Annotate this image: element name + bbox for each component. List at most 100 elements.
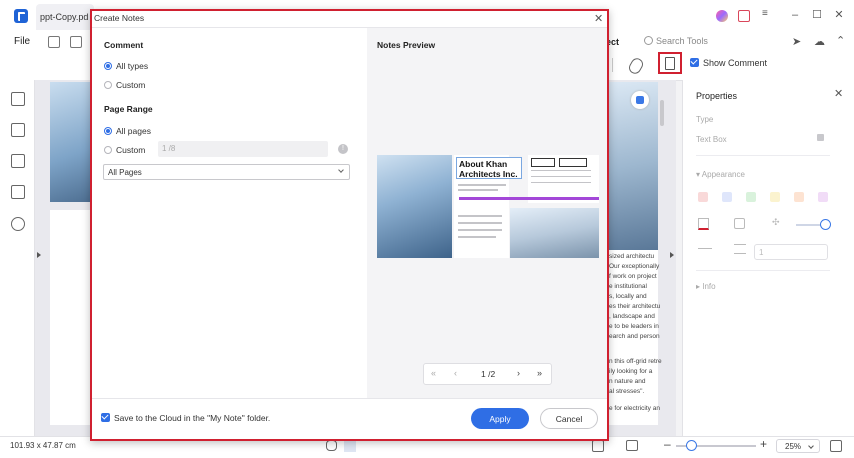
page-text-line: e to be leaders in bbox=[609, 323, 659, 330]
save-cloud-checkbox[interactable] bbox=[101, 413, 110, 422]
opacity-icon[interactable]: ✣ bbox=[772, 218, 781, 227]
color-swatch[interactable] bbox=[818, 192, 828, 202]
preview-text-line bbox=[531, 182, 591, 183]
comment-custom-radio[interactable] bbox=[104, 81, 112, 89]
search-icon bbox=[644, 36, 653, 45]
send-icon[interactable]: ➤ bbox=[792, 35, 801, 48]
info-icon[interactable]: ! bbox=[338, 144, 348, 154]
page-text-line: es their architectu bbox=[609, 303, 661, 310]
hand-tool-icon[interactable] bbox=[326, 440, 337, 451]
maximize-button[interactable]: ☐ bbox=[810, 8, 824, 22]
upload-cloud-icon[interactable]: ☁ bbox=[814, 35, 825, 48]
range-all-pages-option[interactable]: All pages bbox=[104, 126, 151, 136]
save-cloud-option[interactable]: Save to the Cloud in the "My Note" folde… bbox=[101, 413, 270, 423]
preview-heading: About Khan Architects Inc. bbox=[456, 157, 522, 179]
zoom-slider-knob[interactable] bbox=[686, 440, 697, 451]
preview-highlight-bar bbox=[459, 197, 599, 200]
close-window-button[interactable]: ✕ bbox=[832, 8, 846, 22]
page-text-line: Our exceptionally bbox=[609, 263, 660, 270]
first-page-button[interactable]: « bbox=[431, 368, 436, 378]
prev-page-button[interactable]: ‹ bbox=[454, 368, 457, 378]
zoom-level-select[interactable]: 25% bbox=[776, 439, 820, 453]
ai-assistant-icon[interactable] bbox=[631, 91, 649, 109]
range-all-pages-radio[interactable] bbox=[104, 127, 112, 135]
dialog-footer-divider bbox=[92, 398, 607, 399]
show-comment-checkbox[interactable] bbox=[690, 58, 699, 67]
comment-icon[interactable] bbox=[11, 154, 25, 168]
next-page-button[interactable]: › bbox=[517, 368, 520, 378]
search-panel-icon[interactable] bbox=[11, 217, 25, 231]
zoom-out-button[interactable]: – bbox=[664, 437, 671, 451]
custom-range-input[interactable]: 1 /8 bbox=[158, 141, 328, 157]
preview-mini-box bbox=[559, 158, 587, 167]
search-tools[interactable]: Search Tools bbox=[644, 36, 708, 46]
toolbar-divider bbox=[612, 58, 613, 72]
fit-width-icon[interactable] bbox=[592, 440, 604, 452]
type-label: Type bbox=[696, 115, 714, 124]
appearance-toggle[interactable]: ▾ Appearance bbox=[696, 170, 745, 179]
gift-icon[interactable] bbox=[738, 10, 750, 22]
show-comment-toggle[interactable]: Show Comment bbox=[690, 58, 767, 68]
properties-close-icon[interactable]: ✕ bbox=[834, 87, 843, 100]
print-icon[interactable] bbox=[70, 36, 82, 48]
search-tools-label: Search Tools bbox=[656, 36, 708, 46]
line-width-input[interactable]: 1 bbox=[754, 244, 828, 260]
color-swatch[interactable] bbox=[722, 192, 732, 202]
collapse-icon[interactable]: ⌃ bbox=[836, 34, 845, 47]
border-color-icon[interactable] bbox=[698, 218, 709, 230]
line-style-icon[interactable] bbox=[698, 248, 712, 249]
comment-all-types-option[interactable]: All types bbox=[104, 61, 148, 71]
preview-text-line bbox=[531, 170, 591, 171]
range-custom-option[interactable]: Custom bbox=[104, 145, 145, 155]
page-text-line: f work on project bbox=[609, 273, 657, 280]
color-swatch[interactable] bbox=[698, 192, 708, 202]
appearance-label: Appearance bbox=[701, 170, 745, 179]
preview-text-line bbox=[458, 215, 502, 217]
menu-more-icon[interactable]: ≡ bbox=[762, 8, 774, 20]
preview-text-line bbox=[458, 236, 496, 238]
user-avatar[interactable] bbox=[716, 10, 728, 22]
color-swatch[interactable] bbox=[794, 192, 804, 202]
color-swatch[interactable] bbox=[770, 192, 780, 202]
page-range-section-title: Page Range bbox=[104, 104, 153, 114]
attachments-panel-icon[interactable] bbox=[11, 185, 25, 199]
vertical-scrollbar[interactable] bbox=[660, 100, 664, 126]
info-toggle[interactable]: ▸ Info bbox=[696, 282, 716, 291]
custom-range-value: 1 /8 bbox=[162, 144, 176, 153]
fill-color-icon[interactable] bbox=[734, 218, 745, 229]
cancel-button[interactable]: Cancel bbox=[540, 408, 598, 429]
zoom-level-value: 25% bbox=[785, 442, 802, 451]
expand-right-arrow-icon[interactable] bbox=[670, 252, 674, 258]
range-custom-radio[interactable] bbox=[104, 146, 112, 154]
opacity-slider-knob[interactable] bbox=[820, 219, 831, 230]
properties-title: Properties bbox=[696, 91, 738, 101]
minimize-button[interactable]: – bbox=[788, 8, 802, 22]
preview-text-line bbox=[458, 184, 506, 186]
fit-page-icon[interactable] bbox=[830, 440, 842, 452]
line-width-icon bbox=[734, 244, 746, 254]
preview-text-line bbox=[458, 189, 498, 191]
expand-left-arrow-icon[interactable] bbox=[37, 252, 41, 258]
dialog-close-icon[interactable]: ✕ bbox=[594, 12, 603, 25]
presentation-icon[interactable] bbox=[626, 440, 638, 451]
range-all-pages-label: All pages bbox=[116, 126, 151, 136]
color-swatch[interactable] bbox=[746, 192, 756, 202]
menu-file[interactable]: File bbox=[14, 36, 30, 47]
create-notes-button[interactable] bbox=[658, 52, 682, 74]
range-custom-label: Custom bbox=[116, 145, 146, 155]
last-page-button[interactable]: » bbox=[537, 368, 542, 378]
comment-all-types-radio[interactable] bbox=[104, 62, 112, 70]
preview-text-line bbox=[458, 222, 502, 224]
save-icon[interactable] bbox=[48, 36, 60, 48]
show-comment-label: Show Comment bbox=[703, 58, 768, 68]
pages-select[interactable]: All Pages bbox=[103, 164, 350, 180]
properties-divider bbox=[696, 155, 830, 156]
line-width-value: 1 bbox=[759, 248, 764, 257]
thumbnails-icon[interactable] bbox=[11, 92, 25, 106]
document-tab[interactable]: ppt-Copy.pd bbox=[36, 4, 94, 30]
bookmark-icon[interactable] bbox=[11, 123, 25, 137]
comment-custom-option[interactable]: Custom bbox=[104, 80, 145, 90]
zoom-in-button[interactable]: + bbox=[760, 437, 767, 451]
preview-page-indicator: 1 /2 bbox=[481, 369, 496, 379]
apply-button[interactable]: Apply bbox=[471, 408, 529, 429]
